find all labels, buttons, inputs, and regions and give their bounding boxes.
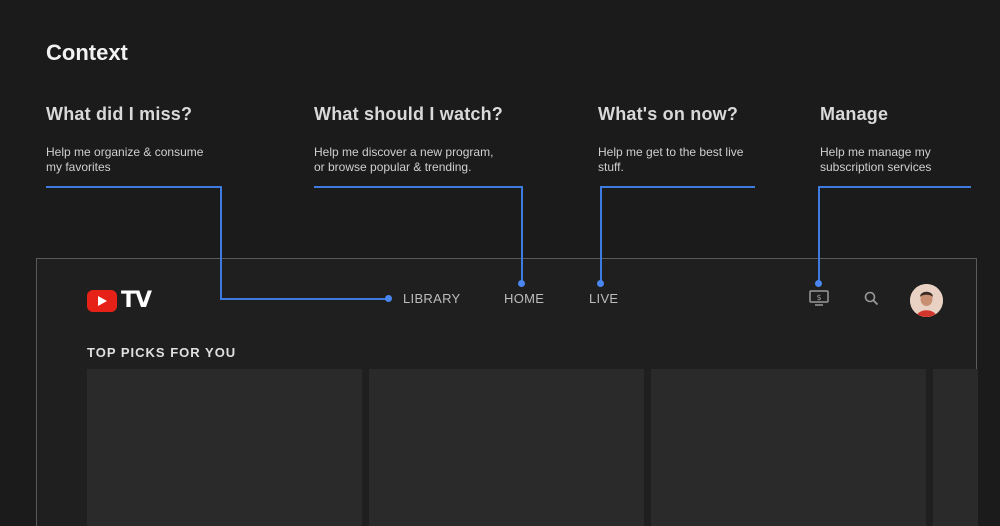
context-description-line: Help me discover a new program, (314, 145, 494, 159)
context-description-line: Help me manage my (820, 145, 931, 159)
context-description-line: subscription services (820, 160, 932, 174)
connector-line (818, 186, 820, 283)
connector-line (46, 186, 221, 188)
connector-dot (385, 295, 392, 302)
context-whats-on-now: What's on now? Help me get to the best l… (598, 104, 838, 175)
section-title: Context (46, 40, 128, 65)
context-description-line: Help me get to the best live (598, 145, 744, 159)
page: Context What did I miss? Help me organiz… (0, 0, 1000, 526)
avatar[interactable] (910, 284, 943, 317)
play-icon (87, 289, 117, 312)
context-manage: Manage Help me manage my subscription se… (820, 104, 990, 175)
connector-dot (597, 280, 604, 287)
nav-live[interactable]: LIVE (589, 291, 618, 306)
connector-line (600, 186, 755, 188)
context-description-line: Help me organize & consume (46, 145, 204, 159)
content-card[interactable] (87, 369, 362, 526)
connector-line (818, 186, 971, 188)
context-description: Help me discover a new program, or brows… (314, 145, 554, 175)
context-what-did-i-miss: What did I miss? Help me organize & cons… (46, 104, 286, 175)
logo-text: TV (121, 288, 152, 313)
context-heading: What did I miss? (46, 104, 193, 124)
context-description-line: my favorites (46, 160, 111, 174)
svg-text:$: $ (816, 293, 821, 302)
connector-dot (518, 280, 525, 287)
search-icon[interactable] (864, 291, 879, 311)
context-heading: Manage (820, 104, 889, 124)
connector-line (600, 186, 602, 283)
context-heading: What should I watch? (314, 104, 503, 124)
nav-library[interactable]: LIBRARY (403, 291, 461, 306)
connector-line (314, 186, 523, 188)
context-heading: What's on now? (598, 104, 739, 124)
context-description-line: stuff. (598, 160, 624, 174)
content-card[interactable] (933, 369, 978, 526)
connector-line (220, 186, 222, 299)
youtube-tv-logo[interactable]: TV (87, 288, 152, 313)
connector-line (521, 186, 523, 283)
row-title-top-picks: TOP PICKS FOR YOU (87, 345, 237, 360)
tv-ui-frame: TV LIBRARY HOME LIVE $ TOP PICKS FOR YOU (36, 258, 978, 526)
context-description: Help me organize & consume my favorites (46, 145, 286, 175)
tv-screen-icon[interactable]: $ (809, 290, 829, 311)
nav-home[interactable]: HOME (504, 291, 544, 306)
context-description: Help me manage my subscription services (820, 145, 990, 175)
context-description: Help me get to the best live stuff. (598, 145, 838, 175)
content-card[interactable] (369, 369, 644, 526)
content-card[interactable] (651, 369, 926, 526)
context-description-line: or browse popular & trending. (314, 160, 472, 174)
connector-line (220, 298, 388, 300)
context-what-should-i-watch: What should I watch? Help me discover a … (314, 104, 554, 175)
connector-dot (815, 280, 822, 287)
